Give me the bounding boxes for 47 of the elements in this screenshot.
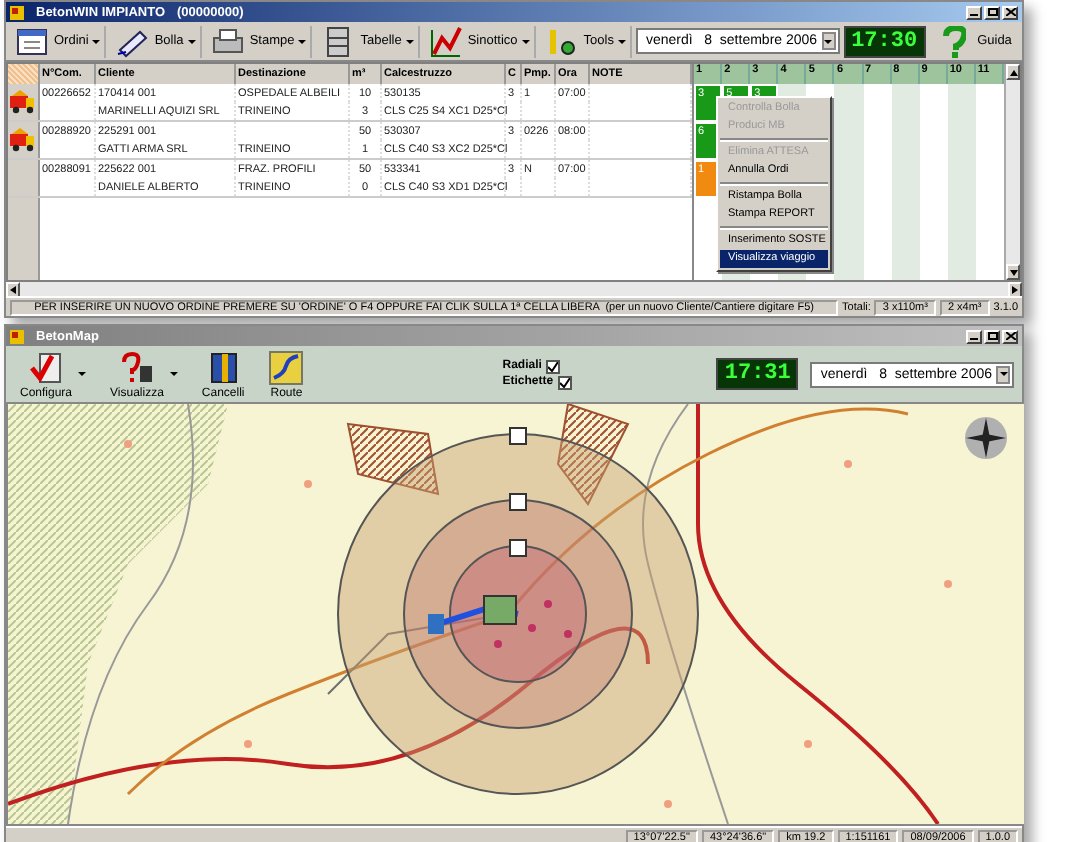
question-mark-icon <box>941 25 966 57</box>
clock-display: 17:30 <box>843 25 926 57</box>
left-arrow-icon <box>10 286 16 294</box>
caret-icon <box>405 39 414 43</box>
close-button[interactable] <box>1002 329 1018 343</box>
maximize-icon <box>987 332 997 340</box>
caret-icon <box>169 372 178 376</box>
minimize-icon <box>969 8 979 16</box>
right-arrow-icon <box>1012 286 1018 294</box>
close-icon <box>1005 332 1015 340</box>
checkbox[interactable] <box>557 375 572 389</box>
caret-icon <box>298 39 307 43</box>
checkbox[interactable] <box>545 359 560 373</box>
chart-icon <box>427 23 464 59</box>
checkmark-icon <box>28 349 64 385</box>
dropdown-button[interactable] <box>821 32 836 50</box>
minimize-button[interactable] <box>966 5 982 19</box>
minimize-button[interactable] <box>966 329 982 343</box>
compass-icon <box>964 416 1008 460</box>
scroll-up-button[interactable] <box>1006 64 1020 80</box>
up-arrow-icon <box>1009 69 1017 75</box>
app-icon <box>10 5 24 19</box>
book-icon <box>205 349 242 385</box>
scroll-down-button[interactable] <box>1006 264 1020 280</box>
maximize-icon <box>987 8 997 16</box>
route-icon <box>268 349 305 385</box>
caret-icon <box>92 39 101 43</box>
caret-icon <box>78 372 87 376</box>
printer-icon <box>209 23 246 59</box>
caret-icon <box>617 39 626 43</box>
maximize-button[interactable] <box>984 329 1000 343</box>
clock-display: 17:31 <box>716 358 799 390</box>
dropdown-button[interactable] <box>996 365 1010 383</box>
caret-icon <box>999 372 1007 376</box>
down-arrow-icon <box>1009 269 1017 275</box>
close-button[interactable] <box>1002 5 1018 19</box>
question-mark-icon <box>118 349 155 385</box>
caret-icon <box>521 39 530 43</box>
caret-icon <box>187 39 196 43</box>
truck-icon <box>10 90 36 114</box>
caret-icon <box>824 39 833 43</box>
app-icon <box>10 329 24 343</box>
minimize-icon <box>969 332 979 340</box>
maximize-button[interactable] <box>984 5 1000 19</box>
calendar-icon <box>14 23 50 59</box>
truck-icon <box>10 128 36 152</box>
close-icon <box>1005 8 1015 16</box>
